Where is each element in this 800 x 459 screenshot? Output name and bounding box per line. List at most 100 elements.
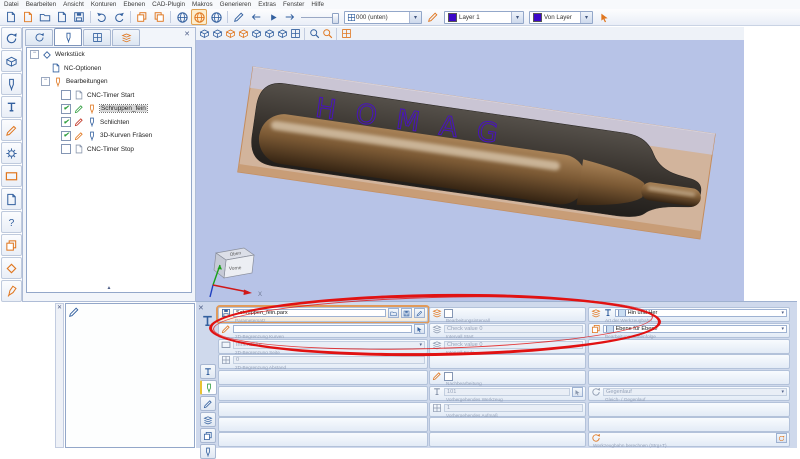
ptab-misc[interactable]: [200, 444, 216, 459]
color-mode-select[interactable]: Von Layer ▾: [529, 11, 593, 24]
sawblade-tool-button[interactable]: [1, 142, 22, 164]
view-rotate-button[interactable]: [289, 28, 301, 39]
redo-button[interactable]: [111, 9, 127, 25]
pick-color-button[interactable]: [596, 9, 612, 25]
paint-layer-button[interactable]: [425, 9, 441, 25]
play-button[interactable]: [265, 9, 281, 25]
parametersatz-input[interactable]: Schruppen_fein.parx: [233, 309, 386, 317]
view-mode-hidden-button[interactable]: [208, 9, 224, 25]
menu-ebenen[interactable]: Ebenen: [123, 1, 145, 8]
menu-datei[interactable]: Datei: [4, 1, 19, 8]
save-button[interactable]: [71, 9, 87, 25]
close-icon[interactable]: ✕: [57, 305, 62, 311]
tree-node-schlichten[interactable]: ✔ Schlichten: [27, 116, 191, 130]
ptab-link[interactable]: [200, 428, 216, 443]
tree-node-bearbeitungen[interactable]: − Bearbeitungen: [27, 75, 191, 89]
gegenlauf-select[interactable]: Gegenlauf▾: [603, 388, 787, 396]
open-button[interactable]: [37, 9, 53, 25]
step-forward-button[interactable]: [282, 9, 298, 25]
checkbox[interactable]: ✔: [61, 131, 71, 141]
zoom-fit-button[interactable]: [308, 28, 320, 39]
view-iso-button[interactable]: [198, 28, 210, 39]
cutter-tool-button[interactable]: [1, 96, 22, 118]
menu-extras[interactable]: Extras: [258, 1, 276, 8]
transform-tool-button[interactable]: [1, 234, 22, 256]
reihenfolge-select[interactable]: Ebene für Ebene▾: [603, 325, 787, 333]
tab-machining[interactable]: [54, 28, 82, 46]
begrenzung-kurven-input[interactable]: [233, 325, 412, 333]
vorhergehendes-werkzeug-input[interactable]: 101: [444, 388, 570, 396]
begrenzung-abstand-input[interactable]: 0: [233, 356, 425, 364]
close-icon[interactable]: ✕: [181, 29, 193, 39]
load-paramset-button[interactable]: [388, 308, 399, 318]
workplane-select[interactable]: 000 (unten) ▾: [344, 11, 422, 24]
bearbeitungsintervall-checkbox[interactable]: [444, 309, 453, 318]
pick-tool-button[interactable]: [572, 387, 583, 397]
simulation-speed-slider[interactable]: [301, 11, 339, 23]
tab-list[interactable]: [83, 29, 111, 46]
view-right-button[interactable]: [263, 28, 275, 39]
layer-select[interactable]: Layer 1 ▾: [444, 11, 524, 24]
checkbox[interactable]: ✔: [61, 104, 71, 114]
view-top-button[interactable]: [211, 28, 223, 39]
undo-button[interactable]: [94, 9, 110, 25]
copy-button[interactable]: [134, 9, 150, 25]
tree-node-cnc-timer-stop[interactable]: CNC-Timer Stop: [27, 143, 191, 157]
menu-fenster[interactable]: Fenster: [283, 1, 304, 8]
collapse-handle[interactable]: ▲: [107, 285, 112, 291]
tree-node-schruppen-fein[interactable]: ✔ Schruppen_fein: [27, 102, 191, 116]
view-front-button[interactable]: [224, 28, 236, 39]
ptab-curves[interactable]: [200, 396, 216, 411]
tree-node-root[interactable]: − Werkstück: [27, 48, 191, 62]
compute-toolpath-button[interactable]: [776, 433, 787, 443]
help-info-button[interactable]: [1, 211, 22, 233]
menu-konturen[interactable]: Konturen: [91, 1, 117, 8]
close-icon[interactable]: ✕: [198, 304, 204, 312]
diamond-tool-button[interactable]: [1, 257, 22, 279]
nc-document-button[interactable]: [1, 188, 22, 210]
zoom-window-button[interactable]: [321, 28, 333, 39]
snap-grid-button[interactable]: [340, 28, 352, 39]
menu-generieren[interactable]: Generieren: [220, 1, 252, 8]
checkbox[interactable]: ✔: [61, 117, 71, 127]
intervall-start-input[interactable]: Check value 0: [444, 325, 583, 333]
viewport-3d[interactable]: HOMAG Oben Vorne X: [196, 40, 744, 301]
menu-makros[interactable]: Makros: [192, 1, 213, 8]
begrenzung-seite-select[interactable]: Innenseite▾: [233, 341, 425, 349]
view-bottom-button[interactable]: [276, 28, 288, 39]
checkbox[interactable]: [61, 144, 71, 154]
intervall-ende-input[interactable]: Check value 0: [444, 341, 583, 349]
checkbox[interactable]: [61, 90, 71, 100]
tree-node-cnc-timer-start[interactable]: CNC-Timer Start: [27, 89, 191, 103]
save-paramset-button[interactable]: [401, 308, 412, 318]
workpiece-tool-button[interactable]: [1, 50, 22, 72]
rotate-tool-button[interactable]: [1, 27, 22, 49]
view-left-button[interactable]: [250, 28, 262, 39]
pick-curve-button[interactable]: [414, 324, 425, 334]
new-drawing-button[interactable]: [54, 9, 70, 25]
vcarve-tool-button[interactable]: [1, 119, 22, 141]
step-back-button[interactable]: [248, 9, 264, 25]
ptab-strategy[interactable]: [200, 380, 217, 395]
tab-output[interactable]: [112, 29, 140, 46]
paste-button[interactable]: [151, 9, 167, 25]
tab-geometry[interactable]: [25, 29, 53, 46]
menu-ansicht[interactable]: Ansicht: [63, 1, 84, 8]
tree-node-3d-kurven-fraesen[interactable]: ✔ 3D-Kurven Fräsen: [27, 129, 191, 143]
view-mode-wire-button[interactable]: [174, 9, 190, 25]
vorhergehendes-aufmass-input[interactable]: 1: [444, 404, 583, 412]
ptab-levels[interactable]: [200, 412, 216, 427]
nachbearbeitung-checkbox[interactable]: [444, 372, 453, 381]
menu-cad-plugin[interactable]: CAD-Plugin: [152, 1, 185, 8]
menu-bearbeiten[interactable]: Bearbeiten: [26, 1, 56, 8]
expander-icon[interactable]: −: [30, 50, 39, 59]
expander-icon[interactable]: −: [41, 77, 50, 86]
pocket-tool-button[interactable]: [1, 165, 22, 187]
ptab-tool[interactable]: [200, 364, 216, 379]
view-mode-shaded-button[interactable]: [191, 9, 207, 25]
drill-tool-button[interactable]: [1, 73, 22, 95]
tree-node-nc-optionen[interactable]: NC-Optionen: [27, 62, 191, 76]
menu-hilfe[interactable]: Hilfe: [311, 1, 324, 8]
edit-paramset-button[interactable]: [414, 308, 425, 318]
werkzeugbahn-select[interactable]: Hin und Her▾: [615, 309, 787, 317]
